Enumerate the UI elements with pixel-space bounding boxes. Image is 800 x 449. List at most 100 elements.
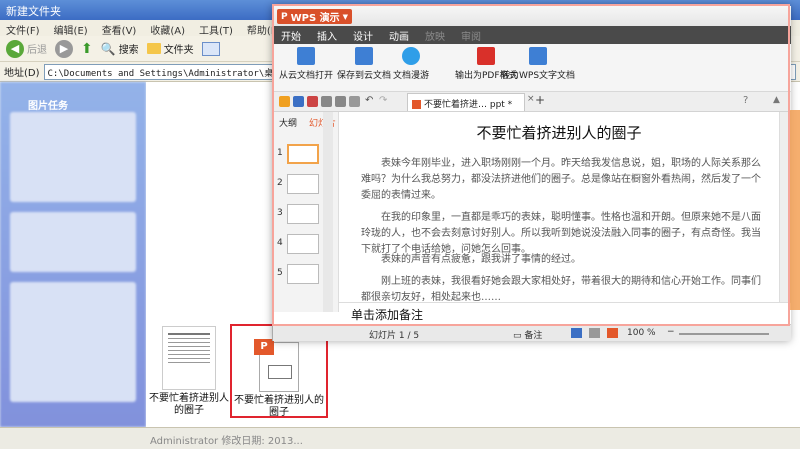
zoom-level: 100 % [627, 328, 656, 338]
writer-doc-icon [529, 47, 548, 65]
slide-sorter-icon[interactable] [589, 328, 600, 338]
menu-edit[interactable]: 编辑(E) [54, 22, 88, 37]
explorer-status-bar: Administrator 修改日期: 2013... [0, 427, 800, 449]
quick-access-bar: ↶ ↷ 不要忙着挤进… ppt * × + ? ▲ [273, 92, 791, 112]
slide-paragraph: 表妹今年刚毕业，进入职场刚刚一个月。昨天给我发信息说，姐，职场的人际关系那么难吗… [361, 158, 761, 201]
cloud-open-icon [297, 47, 315, 65]
slide-number: 5 [277, 268, 283, 278]
slide-counter: 幻灯片 1 / 5 [369, 331, 420, 341]
zoom-slider[interactable] [679, 333, 769, 335]
search-icon: 🔍 [100, 41, 116, 56]
tab-insert[interactable]: 插入 [317, 28, 337, 43]
ppt-tab-icon [412, 100, 421, 109]
wps-window: P WPS 演示 ▼ 开始 插入 设计 动画 放映 审阅 从云文档打开 保存到云… [272, 5, 791, 341]
document-tab-label: 不要忙着挤进… ppt * [424, 100, 513, 110]
pdf-export-icon[interactable] [307, 96, 318, 107]
slide-number: 2 [277, 178, 283, 188]
notes-icon: ▭ [513, 331, 525, 341]
notes-placeholder: 单击添加备注 [351, 308, 424, 322]
doc-thumbnail-icon [162, 326, 216, 390]
slide-thumbnail-4[interactable] [287, 234, 319, 254]
back-button[interactable]: ◀ 后退 [6, 39, 47, 58]
forward-arrow-icon[interactable]: ▶ [55, 39, 73, 58]
explorer-task-pane [0, 82, 146, 427]
wps-title-bar: P WPS 演示 ▼ [273, 6, 791, 26]
file-doc[interactable]: 不要忙着挤进别人的圈子 [145, 326, 233, 417]
slide-thumbnail-2[interactable] [287, 174, 319, 194]
slide-thumbnail-3[interactable] [287, 204, 319, 224]
explorer-title: 新建文件夹 [6, 5, 61, 18]
to-wps-writer-button[interactable]: 转为WPS文字文档 [501, 47, 575, 81]
slideshow-icon[interactable] [607, 328, 618, 338]
tab-slideshow[interactable]: 放映 [425, 28, 445, 43]
back-label: 后退 [27, 45, 47, 56]
menu-favorites[interactable]: 收藏(A) [150, 22, 185, 37]
task-pane-title: 图片任务 [28, 101, 68, 112]
save-to-cloud-button[interactable]: 保存到云文档 [337, 47, 391, 81]
wps-logo-icon: P [281, 11, 288, 22]
task-panel-2 [10, 212, 136, 272]
back-arrow-icon: ◀ [6, 39, 24, 58]
doc-roaming-button[interactable]: 文档漫游 [393, 47, 429, 81]
views-button[interactable] [201, 41, 220, 56]
undo-icon[interactable]: ↶ [365, 95, 373, 106]
open-folder-icon[interactable] [279, 96, 290, 107]
slide-title: 不要忙着挤进别人的圈子 [476, 124, 642, 142]
tab-animation[interactable]: 动画 [389, 28, 409, 43]
slide-panel: 大纲 幻灯片 1 2 3 4 5 [273, 112, 339, 312]
search-button[interactable]: 🔍 搜索 [100, 41, 139, 57]
open-from-cloud-label: 从云文档打开 [279, 71, 334, 81]
slide-number: 1 [277, 148, 283, 158]
slide-number: 3 [277, 208, 283, 218]
help-icon[interactable]: ? [743, 95, 748, 106]
pdf-icon [477, 47, 496, 65]
tab-design[interactable]: 设计 [353, 28, 373, 43]
folders-label: 文件夹 [163, 45, 194, 56]
slide-number: 4 [277, 238, 283, 248]
slide-panel-scrollbar[interactable] [323, 112, 333, 312]
document-tab[interactable]: 不要忙着挤进… ppt * [407, 93, 525, 111]
normal-view-icon[interactable] [571, 328, 582, 338]
file-doc-name: 不要忙着挤进别人的圈子 [149, 393, 229, 416]
slide-thumbnail-1[interactable] [287, 144, 319, 164]
to-wps-writer-label: 转为WPS文字文档 [501, 71, 576, 81]
search-label: 搜索 [118, 45, 139, 56]
save-to-cloud-label: 保存到云文档 [337, 71, 392, 81]
notes-area[interactable]: 单击添加备注 [339, 302, 791, 324]
chevron-down-icon: ▼ [342, 12, 349, 21]
up-folder-icon[interactable]: ⬆ [81, 41, 93, 57]
save-icon[interactable] [293, 96, 304, 107]
cloud-icon [402, 47, 420, 65]
background-window-edge [790, 110, 800, 310]
wps-app-menu[interactable]: P WPS 演示 ▼ [277, 9, 353, 24]
ribbon-tabs: 开始 插入 设计 动画 放映 审阅 [273, 26, 791, 44]
slide-paragraph: 表妹的声音有点疲惫，跟我讲了事情的经过。 [381, 254, 581, 265]
format-painter-icon[interactable] [349, 96, 360, 107]
notes-toggle[interactable]: ▭ 备注 [513, 328, 542, 341]
tab-outline[interactable]: 大纲 [279, 116, 297, 129]
menu-tools[interactable]: 工具(T) [199, 22, 233, 37]
wps-status-bar: 幻灯片 1 / 5 ▭ 备注 100 % − [273, 324, 791, 341]
close-tab-icon[interactable]: × [527, 94, 535, 104]
tab-review[interactable]: 审阅 [461, 28, 481, 43]
menu-file[interactable]: 文件(F) [6, 22, 40, 37]
collapse-ribbon-icon[interactable]: ▲ [773, 95, 780, 105]
print-preview-icon[interactable] [335, 96, 346, 107]
wps-app-name: WPS 演示 [290, 13, 340, 24]
menu-view[interactable]: 查看(V) [102, 22, 137, 37]
slide-thumbnail-5[interactable] [287, 264, 319, 284]
zoom-out-icon[interactable]: − [667, 327, 675, 337]
new-tab-icon[interactable]: + [535, 93, 545, 107]
address-label: 地址(D) [4, 68, 40, 79]
open-from-cloud-button[interactable]: 从云文档打开 [279, 47, 333, 81]
tab-home[interactable]: 开始 [281, 28, 301, 43]
redo-icon[interactable]: ↷ [379, 95, 387, 106]
slide-scrollbar[interactable] [779, 112, 790, 312]
cloud-save-icon [355, 47, 373, 65]
slide-canvas[interactable]: 不要忙着挤进别人的圈子 表妹今年刚毕业，进入职场刚刚一个月。昨天给我发信息说，姐… [339, 112, 779, 312]
print-icon[interactable] [321, 96, 332, 107]
folders-button[interactable]: 文件夹 [146, 41, 194, 56]
task-panel-3 [10, 282, 136, 402]
ribbon: 从云文档打开 保存到云文档 文档漫游 输出为PDF格式 转为WPS文字文档 [273, 44, 791, 92]
slide-paragraph: 在我的印象里，一直都是乖巧的表妹，聪明懂事。性格也温和开朗。但原来她不是八面玲珑… [361, 212, 761, 255]
